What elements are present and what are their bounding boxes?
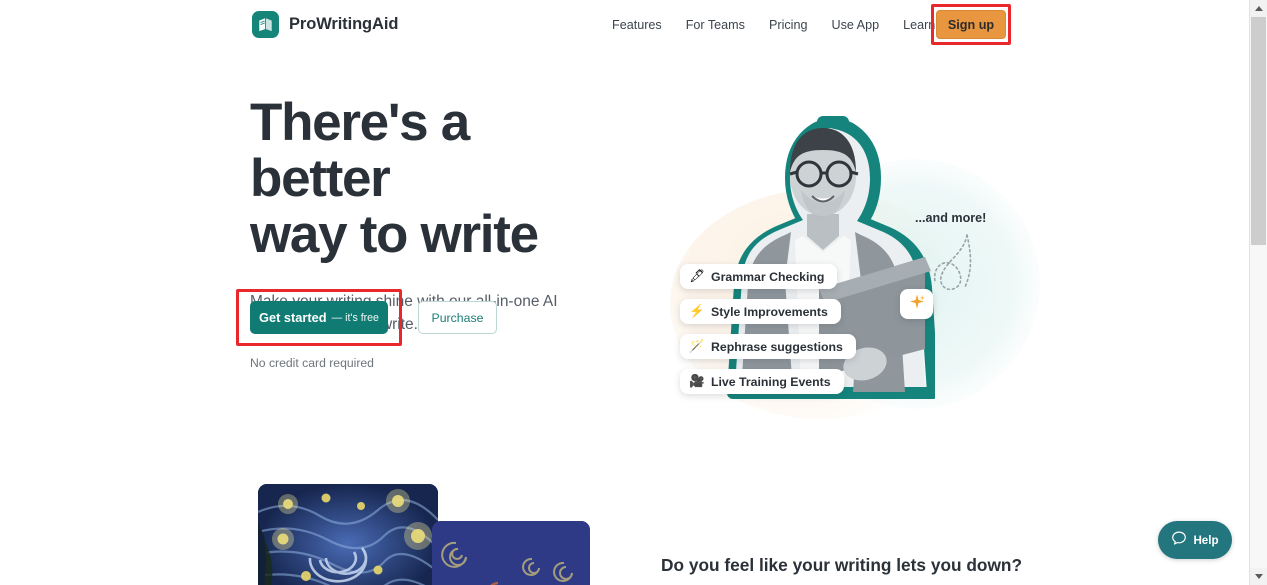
feather-pen-icon: 🖋 — [689, 269, 705, 284]
nav-link-pricing[interactable]: Pricing — [757, 12, 820, 38]
nav-link-features[interactable]: Features — [600, 12, 674, 38]
and-more-label: ...and more! — [915, 211, 987, 225]
brand-logo-link[interactable]: ProWritingAid — [252, 11, 398, 38]
and-more-annotation: ...and more! — [915, 211, 1045, 291]
hero-cta-row: Get started — it's free Purchase — [236, 289, 497, 346]
dotted-curly-arrow-icon — [933, 234, 972, 291]
get-started-label: Get started — [259, 310, 327, 325]
page-title: There's a better way to write — [250, 95, 620, 263]
lower-section: Do you feel like your writing lets you d… — [0, 469, 1249, 585]
hero-section: There's a better way to write Make your … — [0, 49, 1249, 469]
brand-name: ProWritingAid — [289, 15, 399, 33]
no-credit-card-note: No credit card required — [250, 356, 374, 370]
signup-button-group: Sign up — [931, 4, 1011, 45]
section-heading-question: Do you feel like your writing lets you d… — [661, 555, 1023, 575]
magic-wand-icon: 🪄 — [689, 339, 705, 354]
feature-pill-label: Rephrase suggestions — [711, 339, 843, 354]
get-started-button[interactable]: Get started — it's free — [250, 301, 388, 334]
get-started-suffix: — it's free — [331, 311, 379, 324]
feature-pill-style-improvements[interactable]: ⚡ Style Improvements — [680, 299, 841, 324]
blue-swirl-doodle-card — [432, 521, 590, 585]
feature-pill-rephrase-suggestions[interactable]: 🪄 Rephrase suggestions — [680, 334, 856, 359]
book-logo-icon — [252, 11, 279, 38]
hero-illustration: 🖋 Grammar Checking ⚡ Style Improvements … — [640, 99, 1060, 419]
feature-pill-live-training-events[interactable]: 🎥 Live Training Events — [680, 369, 844, 394]
site-header: ProWritingAid Features For Teams Pricing… — [0, 0, 1249, 49]
help-widget-button[interactable]: Help — [1158, 521, 1232, 559]
movie-camera-icon: 🎥 — [689, 374, 705, 389]
feature-pill-label: Grammar Checking — [711, 269, 825, 284]
feature-pill-label: Style Improvements — [711, 304, 828, 319]
vertical-scrollbar[interactable] — [1249, 0, 1267, 585]
hero-title-line-1: There's a better — [250, 93, 470, 208]
starry-night-painting-card — [258, 484, 438, 585]
page-viewport: ProWritingAid Features For Teams Pricing… — [0, 0, 1249, 585]
purchase-button[interactable]: Purchase — [418, 301, 497, 334]
feature-pill-grammar-checking[interactable]: 🖋 Grammar Checking — [680, 264, 838, 289]
chat-bubble-icon — [1171, 530, 1187, 551]
feature-pill-list: 🖋 Grammar Checking ⚡ Style Improvements … — [680, 264, 856, 394]
help-widget-label: Help — [1193, 533, 1219, 547]
nav-link-for-teams[interactable]: For Teams — [674, 12, 757, 38]
scroll-up-arrow-icon[interactable] — [1250, 0, 1267, 17]
lightning-bolt-icon: ⚡ — [689, 304, 705, 319]
nav-link-use-app[interactable]: Use App — [819, 12, 891, 38]
signup-button[interactable]: Sign up — [936, 10, 1006, 39]
scroll-down-arrow-icon[interactable] — [1250, 568, 1267, 585]
get-started-button-group: Get started — it's free — [236, 289, 402, 346]
feature-pill-label: Live Training Events — [711, 374, 831, 389]
browser-page: ProWritingAid Features For Teams Pricing… — [0, 0, 1267, 585]
scrollbar-thumb[interactable] — [1251, 17, 1266, 245]
hero-title-line-2: way to write — [250, 205, 539, 264]
